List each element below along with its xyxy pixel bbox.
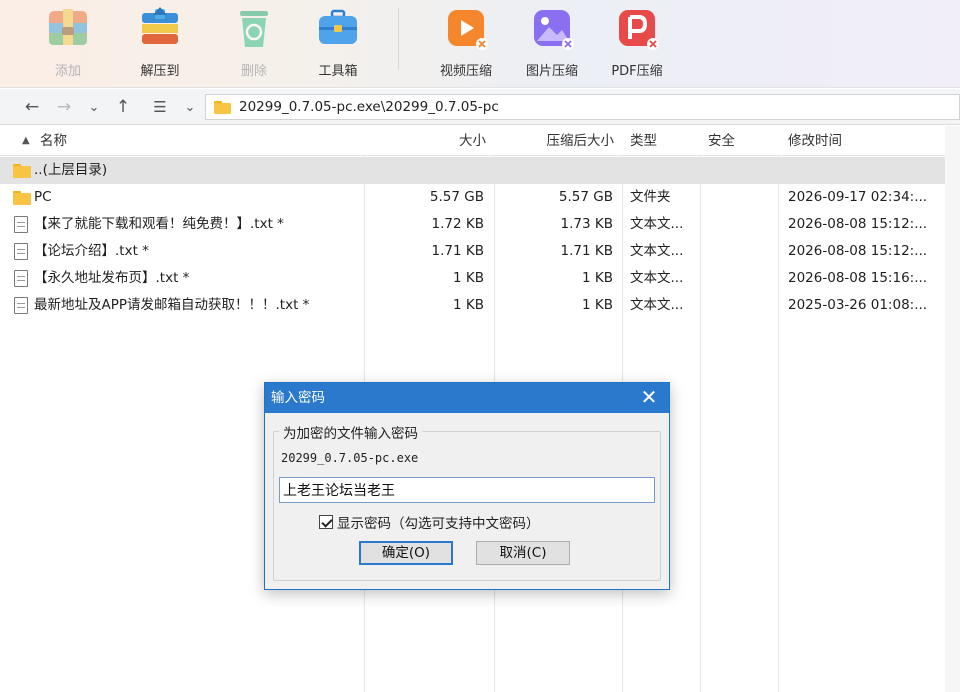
item-name: 【来了就能下载和观看！纯免费！】.txt *	[34, 216, 284, 232]
encrypted-file-name: 20299_0.7.05-pc.exe	[281, 451, 419, 465]
item-size: 1.72 KB	[431, 216, 484, 232]
item-type: 文本文...	[630, 243, 684, 259]
cancel-button[interactable]: 取消(C)	[476, 541, 570, 565]
text-file-icon	[14, 270, 28, 287]
item-type: 文件夹	[630, 189, 671, 205]
path-field[interactable]: 20299_0.7.05-pc.exe\20299_0.7.05-pc	[205, 94, 960, 120]
text-file-icon	[14, 297, 28, 314]
close-icon[interactable]: ✕	[629, 383, 669, 413]
password-input[interactable]	[279, 477, 655, 503]
toolbar-separator	[398, 8, 399, 70]
item-modified: 2026-08-08 15:12:...	[788, 216, 928, 232]
item-modified: 2026-08-08 15:16:...	[788, 270, 928, 286]
item-size: 1 KB	[453, 270, 484, 286]
list-item[interactable]: 【永久地址发布页】.txt * 1 KB 1 KB 文本文... 2026-08…	[0, 265, 945, 292]
item-packed-size: 1 KB	[582, 297, 613, 313]
column-header: ▲ 名称 大小 压缩后大小 类型 安全 修改时间	[0, 126, 960, 156]
path-text: 20299_0.7.05-pc.exe\20299_0.7.05-pc	[239, 99, 499, 115]
item-size: 5.57 GB	[429, 189, 484, 205]
column-security[interactable]: 安全	[708, 126, 735, 156]
item-name: 【永久地址发布页】.txt *	[34, 270, 190, 286]
column-packed-size[interactable]: 压缩后大小	[494, 126, 615, 156]
list-item[interactable]: 最新地址及APP请发邮箱自动获取！！！.txt * 1 KB 1 KB 文本文.…	[0, 292, 945, 319]
item-type: 文本文...	[630, 270, 684, 286]
main-toolbar: 添加 解压到 删除 工具箱 视频压缩 图片压缩 PDF压缩	[0, 0, 960, 88]
delete-button[interactable]: 删除	[214, 0, 294, 88]
item-name: 【论坛介绍】.txt *	[34, 243, 149, 259]
archive-manager-window: 添加 解压到 删除 工具箱 视频压缩 图片压缩 PDF压缩 ← → ⌄ ↑ ☰ …	[0, 0, 960, 692]
video-compress-icon	[440, 2, 492, 54]
toolbox-button-label: 工具箱	[318, 64, 358, 79]
add-button-label: 添加	[54, 64, 81, 79]
forward-arrow-icon[interactable]: →	[54, 96, 74, 118]
delete-button-label: 删除	[240, 64, 267, 79]
toolbox-button[interactable]: 工具箱	[298, 0, 378, 88]
pdf-compress-icon	[611, 2, 663, 54]
pdf-compress-button[interactable]: PDF压缩	[597, 0, 677, 88]
recycle-bin-icon	[228, 2, 280, 54]
item-modified: 2026-09-17 02:34:...	[788, 189, 928, 205]
view-mode-chevron-down-icon[interactable]: ⌄	[180, 96, 200, 118]
list-item[interactable]: 【论坛介绍】.txt * 1.71 KB 1.71 KB 文本文... 2026…	[0, 238, 945, 265]
folder-icon	[13, 191, 31, 205]
history-chevron-down-icon[interactable]: ⌄	[84, 96, 104, 118]
video-compress-button-label: 视频压缩	[439, 64, 492, 79]
item-packed-size: 5.57 GB	[558, 189, 613, 205]
dialog-title: 输入密码	[265, 383, 669, 413]
image-compress-icon	[526, 2, 578, 54]
video-compress-button[interactable]: 视频压缩	[426, 0, 506, 88]
back-arrow-icon[interactable]: ←	[22, 96, 42, 118]
view-mode-icon[interactable]: ☰	[150, 96, 170, 118]
item-type: 文本文...	[630, 216, 684, 232]
item-packed-size: 1.73 KB	[560, 216, 613, 232]
pdf-compress-button-label: PDF压缩	[611, 64, 663, 79]
item-size: 1 KB	[453, 297, 484, 313]
image-compress-button-label: 图片压缩	[525, 64, 578, 79]
list-item-parent-directory[interactable]: ..(上层目录)	[0, 157, 945, 184]
checkbox-checked-icon[interactable]	[319, 515, 333, 529]
column-size[interactable]: 大小	[364, 126, 486, 156]
add-button[interactable]: 添加	[28, 0, 108, 88]
list-item[interactable]: 【来了就能下载和观看！纯免费！】.txt * 1.72 KB 1.73 KB 文…	[0, 211, 945, 238]
text-file-icon	[14, 243, 28, 260]
item-name: ..(上层目录)	[34, 162, 108, 178]
item-name: PC	[34, 189, 52, 205]
vertical-scrollbar[interactable]	[945, 126, 960, 692]
password-dialog: 输入密码 ✕ 为加密的文件输入密码 20299_0.7.05-pc.exe 显示…	[264, 382, 670, 590]
item-packed-size: 1 KB	[582, 270, 613, 286]
toolbox-icon	[312, 2, 364, 54]
folder-icon	[214, 100, 231, 114]
list-item[interactable]: PC 5.57 GB 5.57 GB 文件夹 2026-09-17 02:34:…	[0, 184, 945, 211]
text-file-icon	[14, 216, 28, 233]
column-type[interactable]: 类型	[630, 126, 657, 156]
show-password-label: 显示密码（勾选可支持中文密码）	[337, 516, 540, 532]
item-size: 1.71 KB	[431, 243, 484, 259]
extract-to-button-label: 解压到	[140, 64, 180, 79]
item-packed-size: 1.71 KB	[560, 243, 613, 259]
folder-icon	[13, 164, 31, 178]
extract-to-icon	[134, 2, 186, 54]
password-group-label: 为加密的文件输入密码	[279, 422, 422, 442]
item-name: 最新地址及APP请发邮箱自动获取！！！.txt *	[34, 297, 310, 313]
image-compress-button[interactable]: 图片压缩	[512, 0, 592, 88]
item-type: 文本文...	[630, 297, 684, 313]
item-modified: 2026-08-08 15:12:...	[788, 243, 928, 259]
column-modified[interactable]: 修改时间	[788, 126, 842, 156]
item-modified: 2025-03-26 01:08:...	[788, 297, 928, 313]
sort-ascending-icon: ▲	[22, 135, 30, 146]
extract-to-button[interactable]: 解压到	[120, 0, 200, 88]
add-archive-icon	[42, 2, 94, 54]
address-bar: ← → ⌄ ↑ ☰ ⌄ 20299_0.7.05-pc.exe\20299_0.…	[0, 89, 960, 125]
up-level-arrow-icon[interactable]: ↑	[113, 96, 133, 118]
ok-button[interactable]: 确定(O)	[359, 541, 453, 565]
show-password-checkbox[interactable]: 显示密码（勾选可支持中文密码）	[319, 513, 540, 532]
column-name[interactable]: 名称	[40, 126, 67, 156]
